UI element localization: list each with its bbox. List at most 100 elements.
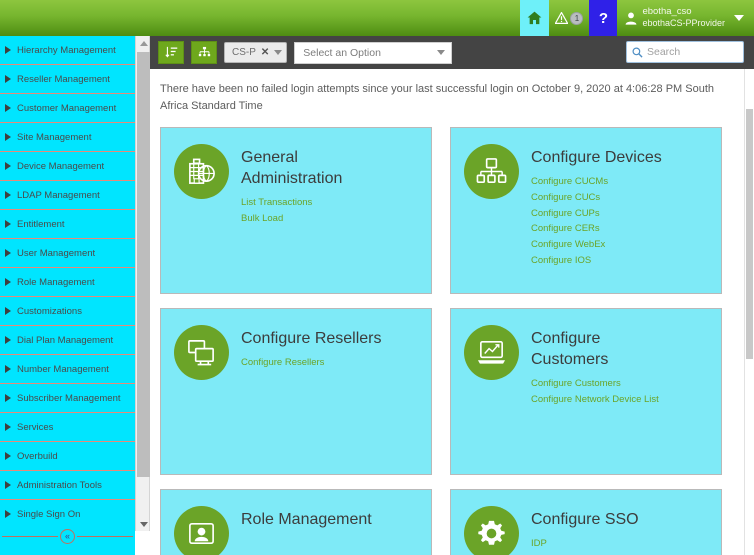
home-icon[interactable] xyxy=(520,0,550,36)
card-link[interactable]: Bulk Load xyxy=(241,211,381,227)
card-link[interactable]: Configure CERs xyxy=(531,221,662,237)
sidebar-item-dial-plan-management[interactable]: Dial Plan Management xyxy=(0,326,135,355)
card-configure-devices: Configure Devices Configure CUCMs Configur… xyxy=(450,127,722,295)
sidebar-item-site-management[interactable]: Site Management xyxy=(0,123,135,152)
sidebar-item-label: Single Sign On xyxy=(17,508,81,520)
card-configure-sso: Configure SSO IDP xyxy=(450,489,722,555)
chevron-right-icon xyxy=(5,510,11,518)
user-role: ebothaCS-PProvider xyxy=(642,18,725,29)
sidebar-item-label: Entitlement xyxy=(17,218,65,230)
card-link[interactable]: Configure CUCs xyxy=(531,190,662,206)
chevron-right-icon xyxy=(5,220,11,228)
sidebar-item-label: Site Management xyxy=(17,131,92,143)
card-link[interactable]: Configure Resellers xyxy=(241,355,381,371)
close-icon[interactable]: ✕ xyxy=(261,47,269,58)
sidebar-item-role-management[interactable]: Role Management xyxy=(0,268,135,297)
search-input[interactable] xyxy=(647,46,739,58)
sidebar-collapse-button[interactable]: « xyxy=(0,525,135,547)
sidebar-item-label: Services xyxy=(17,421,54,433)
role-badge-icon xyxy=(174,506,229,555)
alert-button[interactable]: 1 xyxy=(549,0,589,36)
card-link[interactable]: Configure Network Device List xyxy=(531,392,671,408)
card-links: List Transactions Bulk Load xyxy=(241,195,391,226)
alert-count-badge: 1 xyxy=(570,11,584,25)
sidebar-item-customizations[interactable]: Customizations xyxy=(0,297,135,326)
home-glyph xyxy=(528,11,542,25)
sidebar-item-label: Subscriber Management xyxy=(17,392,121,404)
sidebar-item-label: Hierarchy Management xyxy=(17,44,116,56)
hierarchy-tree-glyph xyxy=(198,46,210,57)
card-body: Configure Resellers Configure Resellers xyxy=(241,325,382,474)
help-button[interactable]: ? xyxy=(589,0,618,36)
sidebar-item-entitlement[interactable]: Entitlement xyxy=(0,210,135,239)
sidebar-item-ldap-management[interactable]: LDAP Management xyxy=(0,181,135,210)
sidebar-item-overbuild[interactable]: Overbuild xyxy=(0,442,135,471)
card-title: Role Management xyxy=(241,511,372,529)
chevron-right-icon xyxy=(5,423,11,431)
card-general-administration: General Administration List Transactions B… xyxy=(160,127,432,295)
card-body: Configure SSO IDP xyxy=(531,506,639,555)
scroll-down-icon[interactable] xyxy=(136,517,151,531)
hierarchy-chip[interactable]: CS-P ✕ xyxy=(224,42,288,63)
chevron-right-icon xyxy=(5,452,11,460)
sidebar-scrollbar[interactable] xyxy=(135,36,150,531)
card-title: General Administration xyxy=(241,149,343,188)
warning-triangle-icon xyxy=(555,12,569,24)
card-link[interactable]: Configure CUCMs xyxy=(531,174,662,190)
sort-list-glyph xyxy=(164,46,177,58)
user-menu[interactable]: ebotha_cso ebothaCS-PProvider xyxy=(617,0,754,36)
sidebar-item-label: Customizations xyxy=(17,305,82,317)
search-box[interactable] xyxy=(626,41,744,63)
user-avatar-icon xyxy=(626,12,637,25)
card-links: IDP xyxy=(531,536,639,552)
card-link[interactable]: List Transactions xyxy=(241,195,381,211)
card-link[interactable]: Configure CUPs xyxy=(531,206,662,222)
card-link[interactable]: Configure WebEx xyxy=(531,237,662,253)
sidebar: Hierarchy Management Reseller Management C… xyxy=(0,36,135,555)
sidebar-item-label: Number Management xyxy=(17,363,109,375)
sidebar-item-reseller-management[interactable]: Reseller Management xyxy=(0,65,135,94)
sidebar-item-label: Dial Plan Management xyxy=(17,334,114,346)
sidebar-item-subscriber-management[interactable]: Subscriber Management xyxy=(0,384,135,413)
chevron-down-icon[interactable] xyxy=(274,50,283,55)
divider-left xyxy=(2,535,58,537)
card-title: Configure Customers xyxy=(531,330,609,369)
scroll-up-icon[interactable] xyxy=(136,36,151,50)
gear-icon xyxy=(464,506,519,555)
chevron-right-icon xyxy=(5,394,11,402)
select-option-label: Select an Option xyxy=(303,46,381,59)
chevron-right-icon xyxy=(5,162,11,170)
sidebar-item-user-management[interactable]: User Management xyxy=(0,239,135,268)
sidebar-item-label: Reseller Management xyxy=(17,73,110,85)
hierarchy-tree-icon[interactable] xyxy=(191,41,217,64)
sidebar-item-hierarchy-management[interactable]: Hierarchy Management xyxy=(0,36,135,65)
card-link[interactable]: IDP xyxy=(531,536,639,552)
card-body: General Administration List Transactions B… xyxy=(241,144,391,293)
sort-list-icon[interactable] xyxy=(158,41,184,64)
sidebar-item-customer-management[interactable]: Customer Management xyxy=(0,94,135,123)
building-globe-icon xyxy=(174,144,229,200)
laptop-chart-icon xyxy=(464,325,519,381)
chip-label: CS-P xyxy=(232,47,256,58)
scrollbar-thumb[interactable] xyxy=(137,52,150,477)
sidebar-item-services[interactable]: Services xyxy=(0,413,135,442)
toolbar: CS-P ✕ Select an Option xyxy=(150,36,754,69)
chevron-down-icon[interactable] xyxy=(734,15,744,21)
sidebar-item-number-management[interactable]: Number Management xyxy=(0,355,135,384)
card-links: Configure CUCMs Configure CUCs Configure C… xyxy=(531,174,662,268)
sidebar-item-device-management[interactable]: Device Management xyxy=(0,152,135,181)
sidebar-item-label: LDAP Management xyxy=(17,189,100,201)
card-role-management: Role Management xyxy=(160,489,432,555)
card-configure-customers: Configure Customers Configure Customers Co… xyxy=(450,308,722,476)
card-body: Configure Devices Configure CUCMs Configur… xyxy=(531,144,662,293)
login-notice: There have been no failed login attempts… xyxy=(160,83,715,113)
main-scrollbar[interactable] xyxy=(744,69,754,555)
sidebar-item-administration-tools[interactable]: Administration Tools xyxy=(0,471,135,500)
username: ebotha_cso xyxy=(642,6,692,18)
select-option-dropdown[interactable]: Select an Option xyxy=(294,41,453,64)
chevron-right-icon xyxy=(5,249,11,257)
scrollbar-thumb[interactable] xyxy=(746,109,753,359)
card-link[interactable]: Configure IOS xyxy=(531,253,662,269)
card-link[interactable]: Configure Customers xyxy=(531,376,671,392)
chevron-right-icon xyxy=(5,336,11,344)
